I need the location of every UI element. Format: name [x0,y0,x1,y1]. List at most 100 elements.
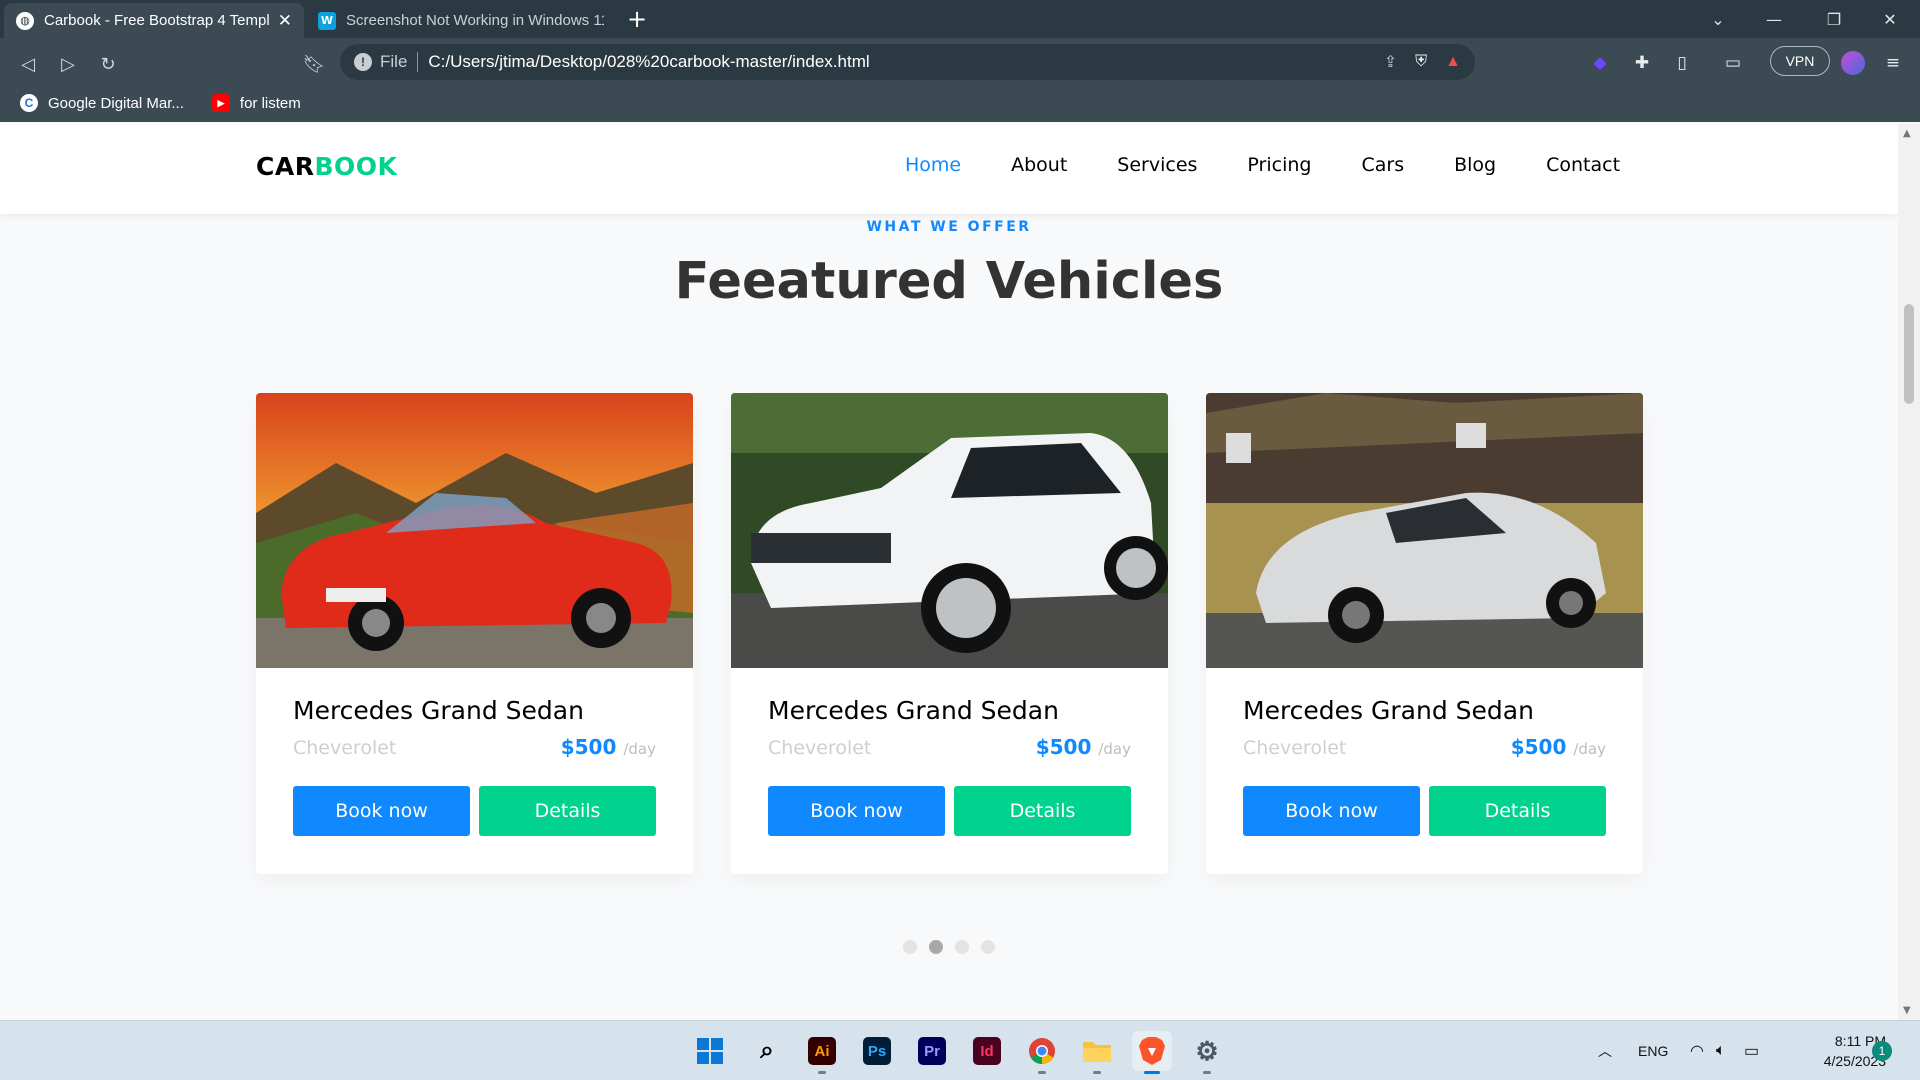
battery-icon[interactable]: ▭ [1744,1021,1759,1080]
car-category: Cheverolet [1243,737,1347,759]
search-icon[interactable]: ⌕ [747,1031,787,1071]
nav-pricing[interactable]: Pricing [1247,154,1311,176]
car-image-white-suv [731,393,1168,668]
car-image-silver-supercar [1206,393,1643,668]
scroll-down-icon[interactable]: ▼ [1903,1005,1911,1016]
nav-contact[interactable]: Contact [1546,154,1620,176]
close-icon[interactable]: ✕ [278,11,292,31]
car-price: $500 /day [1035,735,1131,759]
scroll-up-icon[interactable]: ▲ [1903,128,1911,139]
wallet-icon[interactable]: ▭ [1718,48,1748,78]
minimize-icon[interactable]: — [1746,0,1802,38]
premiere-icon[interactable]: Pr [912,1031,952,1071]
notification-badge[interactable]: 1 [1872,1041,1892,1061]
settings-icon[interactable]: ⚙ [1187,1031,1227,1074]
photoshop-icon[interactable]: Ps [857,1031,897,1071]
carousel-dot[interactable] [903,940,917,954]
nav-cars[interactable]: Cars [1361,154,1404,176]
reload-icon[interactable]: ↻ [92,48,124,80]
window-close-icon[interactable]: ✕ [1862,0,1918,38]
tab-screenshot-article[interactable]: W Screenshot Not Working in Windows 11 [306,3,616,38]
bookmark-for-listem[interactable]: ▶ for listem [211,94,301,112]
bookmark-icon[interactable]: 🔖︎ [298,48,330,80]
car-name: Mercedes Grand Sedan [1243,696,1534,725]
puzzle-icon[interactable]: ✚ [1627,48,1657,78]
carousel-dot-active[interactable] [929,940,943,954]
tab-search-icon[interactable]: ⌄ [1690,0,1746,38]
chrome-icon[interactable] [1022,1031,1062,1074]
clock-time: 8:11 PM [1834,1033,1886,1049]
youtube-icon: ▶ [211,94,230,112]
volume-icon[interactable]: 🔈︎ [1716,1021,1726,1080]
clock[interactable]: 8:11 PM 4/25/2023 [1786,1031,1886,1071]
share-icon[interactable]: ⇪ [1384,52,1397,72]
tab-carbook[interactable]: ◍ Carbook - Free Bootstrap 4 Template ✕ [4,3,304,38]
site-menu: Home About Services Pricing Cars Blog Co… [880,154,1645,176]
site-navbar: CARBOOK Home About Services Pricing Cars… [0,124,1898,214]
car-name: Mercedes Grand Sedan [768,696,1059,725]
nav-about[interactable]: About [1011,154,1067,176]
site-logo[interactable]: CARBOOK [256,152,397,181]
profile-avatar[interactable] [1838,48,1868,78]
tab-title: Screenshot Not Working in Windows 11 [346,12,604,29]
book-now-button[interactable]: Book now [1243,786,1420,836]
details-button[interactable]: Details [479,786,656,836]
nav-services[interactable]: Services [1117,154,1197,176]
start-icon[interactable] [690,1031,730,1071]
nav-home[interactable]: Home [905,154,961,176]
tab-title: Carbook - Free Bootstrap 4 Template [44,12,270,29]
extension-icon[interactable]: ◆ [1585,48,1615,78]
restore-icon[interactable]: ❐ [1806,0,1862,38]
car-image-red-convertible [256,393,693,668]
address-url[interactable]: C:/Users/jtima/Desktop/028%20carbook-mas… [428,52,1365,72]
clock-date: 4/25/2023 [1823,1053,1886,1069]
scrollbar-thumb[interactable] [1904,304,1914,404]
vpn-button[interactable]: VPN [1770,46,1830,76]
address-scheme: File [380,52,419,72]
google-icon: C [20,94,38,112]
web-page: CARBOOK Home About Services Pricing Cars… [0,124,1898,1020]
nav-blog[interactable]: Blog [1454,154,1496,176]
car-card: Mercedes Grand Sedan Cheverolet $500 /da… [731,393,1168,874]
w-site-icon: W [318,11,336,30]
brave-shields-icon[interactable]: ⛨ [1415,53,1427,71]
details-button[interactable]: Details [1429,786,1606,836]
browser-toolbar: ◁ ▷ ↻ 🔖︎ ! File C:/Users/jtima/Desktop/0… [0,38,1920,122]
section-heading: Feeatured Vehicles [674,252,1224,311]
indesign-icon[interactable]: Id [967,1031,1007,1071]
car-price: $500 /day [1510,735,1606,759]
page-scrollbar[interactable]: ▲ ▼ [1898,124,1920,1020]
car-card: Mercedes Grand Sedan Cheverolet $500 /da… [1206,393,1643,874]
bookmark-label: Google Digital Mar... [48,94,184,112]
tray-chevron-icon[interactable]: ︿ [1598,1021,1612,1080]
file-explorer-icon[interactable] [1077,1031,1117,1074]
carousel-dot[interactable] [955,940,969,954]
address-bar[interactable]: ! File C:/Users/jtima/Desktop/028%20carb… [340,44,1475,80]
carousel-dots [0,940,1898,954]
bookmark-label: for listem [239,94,301,112]
car-name: Mercedes Grand Sedan [293,696,584,725]
new-tab-button[interactable]: + [620,3,654,35]
car-category: Cheverolet [293,737,397,759]
language-indicator[interactable]: ENG [1638,1021,1668,1080]
brave-icon[interactable] [1132,1031,1172,1074]
menu-icon[interactable]: ≡ [1878,48,1908,78]
forward-icon[interactable]: ▷ [52,48,84,80]
globe-icon: ◍ [16,11,34,30]
illustrator-icon[interactable]: Ai [802,1031,842,1074]
car-price: $500 /day [560,735,656,759]
back-icon[interactable]: ◁ [12,48,44,80]
details-button[interactable]: Details [954,786,1131,836]
book-now-button[interactable]: Book now [293,786,470,836]
bookmarks-bar: C Google Digital Mar... ▶ for listem [0,84,1920,122]
info-icon[interactable]: ! [354,53,372,71]
wifi-icon[interactable]: ◠ [1690,1021,1704,1080]
bookmark-google-digital[interactable]: C Google Digital Mar... [20,94,184,112]
car-category: Cheverolet [768,737,872,759]
carousel-dot[interactable] [981,940,995,954]
brave-rewards-icon[interactable]: ▲ [1445,53,1461,71]
book-now-button[interactable]: Book now [768,786,945,836]
car-card: Mercedes Grand Sedan Cheverolet $500 /da… [256,393,693,874]
sidebar-icon[interactable]: ▯ [1667,48,1697,78]
section-subheading: WHAT WE OFFER [866,219,1032,235]
